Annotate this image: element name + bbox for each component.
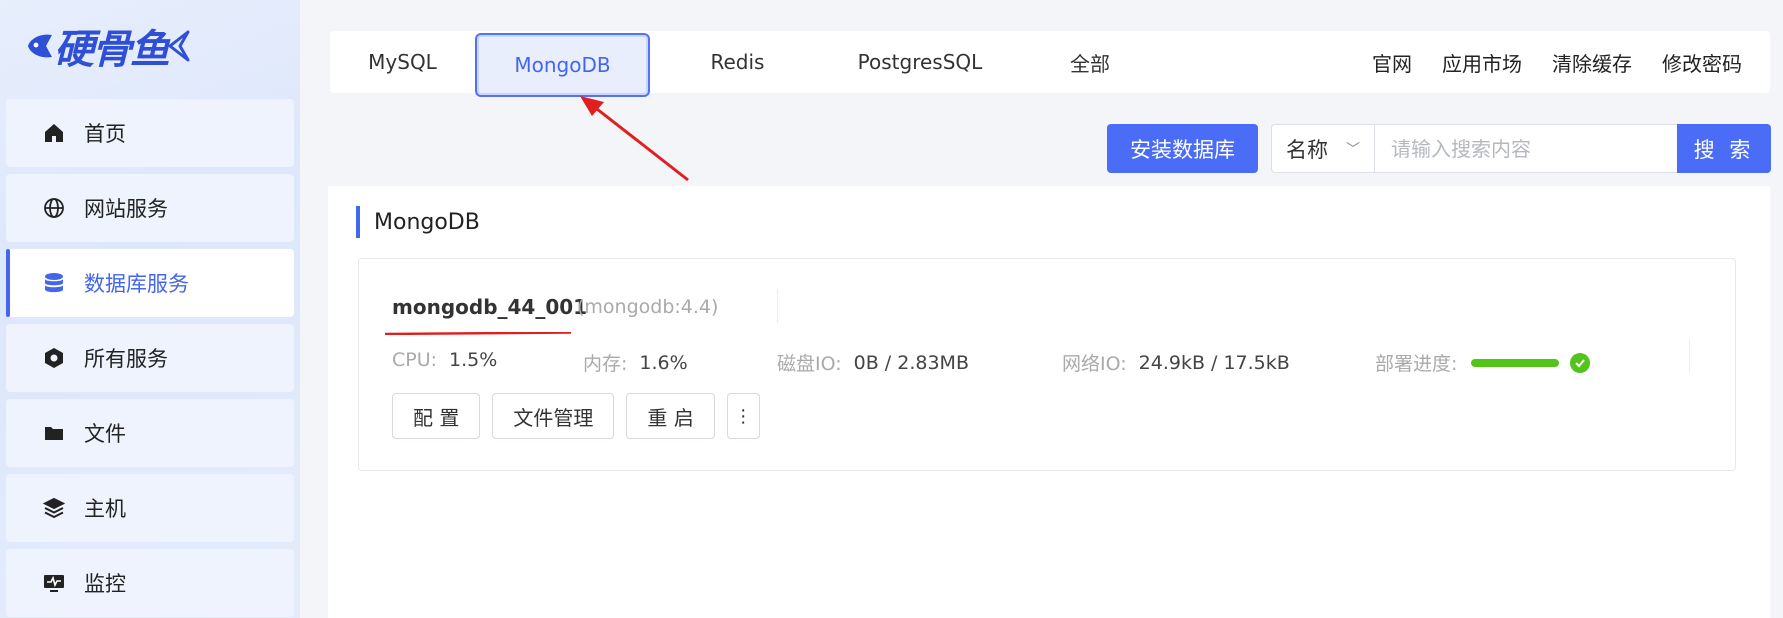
- deploy-progress-stat: 部署进度:: [1375, 349, 1591, 376]
- search-button[interactable]: 搜 索: [1677, 124, 1771, 173]
- sidebar-item-host[interactable]: 主机: [6, 474, 294, 542]
- network-io-label: 网络IO:: [1062, 353, 1127, 375]
- cpu-value: 1.5%: [449, 349, 498, 371]
- disk-io-stat: 磁盘IO: 0B / 2.83MB: [777, 349, 969, 376]
- header-links: 官网 应用市场 清除缓存 修改密码: [1372, 31, 1742, 93]
- network-io-stat: 网络IO: 24.9kB / 17.5kB: [1062, 349, 1290, 376]
- host-icon: [42, 496, 66, 520]
- annotation-underline: [385, 332, 571, 335]
- tab-redis[interactable]: Redis: [650, 31, 825, 93]
- services-icon: [42, 346, 66, 370]
- tab-mysql[interactable]: MySQL: [330, 31, 475, 93]
- divider: [777, 289, 778, 323]
- search-field-selected: 名称: [1286, 137, 1328, 162]
- monitor-icon: [42, 571, 66, 595]
- cpu-stat: CPU: 1.5%: [392, 349, 497, 371]
- memory-label: 内存:: [583, 353, 628, 375]
- tab-postgressql[interactable]: PostgresSQL: [825, 31, 1015, 93]
- link-change-password[interactable]: 修改密码: [1662, 48, 1742, 77]
- more-actions-button[interactable]: ⋮: [726, 393, 760, 439]
- search-group: 名称 ﹀ 搜 索: [1271, 124, 1771, 173]
- sidebar-item-all-services[interactable]: 所有服务: [6, 324, 294, 392]
- link-app-market[interactable]: 应用市场: [1442, 48, 1522, 77]
- instance-card: mongodb_44_001 (mongodb:4.4) CPU: 1.5% 内…: [358, 258, 1736, 471]
- database-type-tabs: MySQL MongoDB Redis PostgresSQL 全部 官网 应用…: [330, 31, 1770, 97]
- cpu-label: CPU:: [392, 349, 438, 371]
- deploy-progress-label: 部署进度:: [1375, 353, 1458, 375]
- memory-stat: 内存: 1.6%: [583, 349, 688, 376]
- logo[interactable]: 硬骨鱼: [26, 18, 190, 74]
- memory-value: 1.6%: [639, 351, 688, 374]
- sidebar-item-label: 首页: [84, 122, 126, 146]
- sidebar-item-files[interactable]: 文件: [6, 399, 294, 467]
- globe-icon: [42, 196, 66, 220]
- fish-logo-icon: [28, 34, 52, 58]
- instance-name[interactable]: mongodb_44_001: [392, 295, 587, 319]
- sidebar-item-label: 所有服务: [84, 347, 168, 371]
- sidebar-item-monitor[interactable]: 监控: [6, 549, 294, 617]
- sidebar-item-label: 监控: [84, 572, 126, 596]
- sidebar: 硬骨鱼 首页 网站服务 数据库服务 所有服务 文件 主机 监控: [0, 0, 300, 618]
- deploy-progress-bar: [1471, 358, 1560, 367]
- sidebar-item-database[interactable]: 数据库服务: [6, 249, 294, 317]
- chevron-down-icon: ﹀: [1346, 141, 1360, 158]
- sidebar-item-label: 文件: [84, 422, 126, 446]
- check-circle-icon: [1570, 352, 1591, 373]
- divider: [1689, 339, 1690, 373]
- main-panel: MongoDB mongodb_44_001 (mongodb:4.4) CPU…: [328, 186, 1770, 618]
- file-manager-button[interactable]: 文件管理: [492, 393, 615, 439]
- disk-io-label: 磁盘IO:: [777, 353, 842, 375]
- fish-tail-icon: [168, 30, 190, 62]
- tab-all[interactable]: 全部: [1015, 31, 1165, 93]
- sidebar-item-home[interactable]: 首页: [6, 99, 294, 167]
- instance-actions: 配 置 文件管理 重 启 ⋮: [392, 393, 760, 439]
- database-icon: [42, 271, 66, 295]
- annotation-arrow: [580, 96, 689, 182]
- instance-version: (mongodb:4.4): [577, 296, 719, 318]
- link-official-site[interactable]: 官网: [1372, 48, 1412, 77]
- folder-icon: [42, 421, 66, 445]
- search-input[interactable]: [1374, 124, 1677, 173]
- sidebar-item-website[interactable]: 网站服务: [6, 174, 294, 242]
- tab-mongodb[interactable]: MongoDB: [475, 33, 650, 97]
- sidebar-item-label: 网站服务: [84, 197, 168, 221]
- sidebar-nav: 首页 网站服务 数据库服务 所有服务 文件 主机 监控: [6, 99, 294, 618]
- config-button[interactable]: 配 置: [392, 393, 481, 439]
- sidebar-item-label: 主机: [84, 497, 126, 521]
- restart-button[interactable]: 重 启: [626, 393, 715, 439]
- sidebar-item-label: 数据库服务: [84, 272, 189, 296]
- link-clear-cache[interactable]: 清除缓存: [1552, 48, 1632, 77]
- disk-io-value: 0B / 2.83MB: [853, 351, 969, 374]
- home-icon: [42, 121, 66, 145]
- section-title: MongoDB: [356, 206, 480, 238]
- install-database-button[interactable]: 安装数据库: [1107, 124, 1258, 173]
- search-field-select[interactable]: 名称 ﹀: [1271, 124, 1374, 173]
- network-io-value: 24.9kB / 17.5kB: [1138, 351, 1290, 374]
- logo-text: 硬骨鱼: [54, 26, 170, 73]
